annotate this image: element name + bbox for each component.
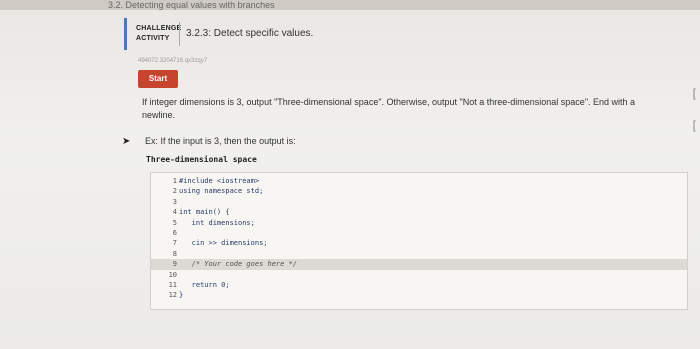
activity-type-line-2: ACTIVITY <box>136 35 170 42</box>
header-divider <box>179 22 180 46</box>
code-line-editable[interactable]: 9 /* Your code goes here */ <box>151 259 687 270</box>
line-number: 12 <box>168 291 177 300</box>
code-text: cin >> dimensions; <box>179 239 268 248</box>
code-line: 1 #include <iostream> <box>151 176 687 186</box>
code-line: 6 <box>151 228 687 238</box>
code-line: 7 cin >> dimensions; <box>151 238 687 248</box>
code-lines: 1 #include <iostream> 2 using namespace st… <box>151 176 687 301</box>
code-editor[interactable]: 1 #include <iostream> 2 using namespace st… <box>150 172 688 310</box>
code-text: using namespace std; <box>179 187 264 196</box>
start-button[interactable]: Start <box>138 70 178 88</box>
activity-identifier: 494072.3204716.qx3zqy7 <box>138 58 208 64</box>
activity-accent-bar <box>124 18 127 50</box>
line-number: 2 <box>172 187 177 196</box>
code-line: 4 int main() { <box>151 207 687 217</box>
code-line: 3 <box>151 197 687 207</box>
code-text: return 0; <box>179 280 230 289</box>
edge-bracket-icon: [ <box>692 118 696 132</box>
line-number: 1 <box>172 177 177 185</box>
code-text: #include <iostream> <box>179 177 260 185</box>
activity-header: CHALLENGE ACTIVITY 3.2.3: Detect specifi… <box>124 18 684 52</box>
code-text: } <box>179 291 184 300</box>
code-line: 5 int dimensions; <box>151 218 687 228</box>
code-line: 11 return 0; <box>151 280 687 290</box>
edge-bracket-icon: [ <box>692 86 696 100</box>
line-number: 9 <box>172 260 177 269</box>
activity-type-line-1: CHALLENGE <box>136 25 182 32</box>
cursor-arrow-icon: ➤ <box>122 136 131 147</box>
line-number: 6 <box>172 228 177 237</box>
line-number: 4 <box>172 208 177 217</box>
activity-type-label: CHALLENGE ACTIVITY <box>136 24 181 44</box>
line-number: 5 <box>172 218 177 227</box>
line-number: 8 <box>172 249 177 258</box>
line-number: 10 <box>168 270 177 279</box>
line-number: 11 <box>168 280 177 289</box>
line-number: 7 <box>172 239 177 248</box>
section-title-strip: 3.2. Detecting equal values with branche… <box>0 0 700 10</box>
code-line: 8 <box>151 249 687 259</box>
code-line: 10 <box>151 270 687 280</box>
instruction-text: If integer dimensions is 3, output "Thre… <box>142 97 636 120</box>
code-text: int dimensions; <box>179 218 255 227</box>
example-text: Ex: If the input is 3, then the output i… <box>145 136 296 146</box>
code-line: 2 using namespace std; <box>151 186 687 196</box>
example-output: Three-dimensional space <box>146 155 257 164</box>
line-number: 3 <box>172 197 177 206</box>
page: 3.2. Detecting equal values with branche… <box>0 0 700 349</box>
code-comment: /* Your code goes here */ <box>179 260 298 269</box>
code-text: int main() { <box>179 208 230 217</box>
activity-title: 3.2.3: Detect specific values. <box>186 28 314 39</box>
code-line: 12} <box>151 290 687 300</box>
